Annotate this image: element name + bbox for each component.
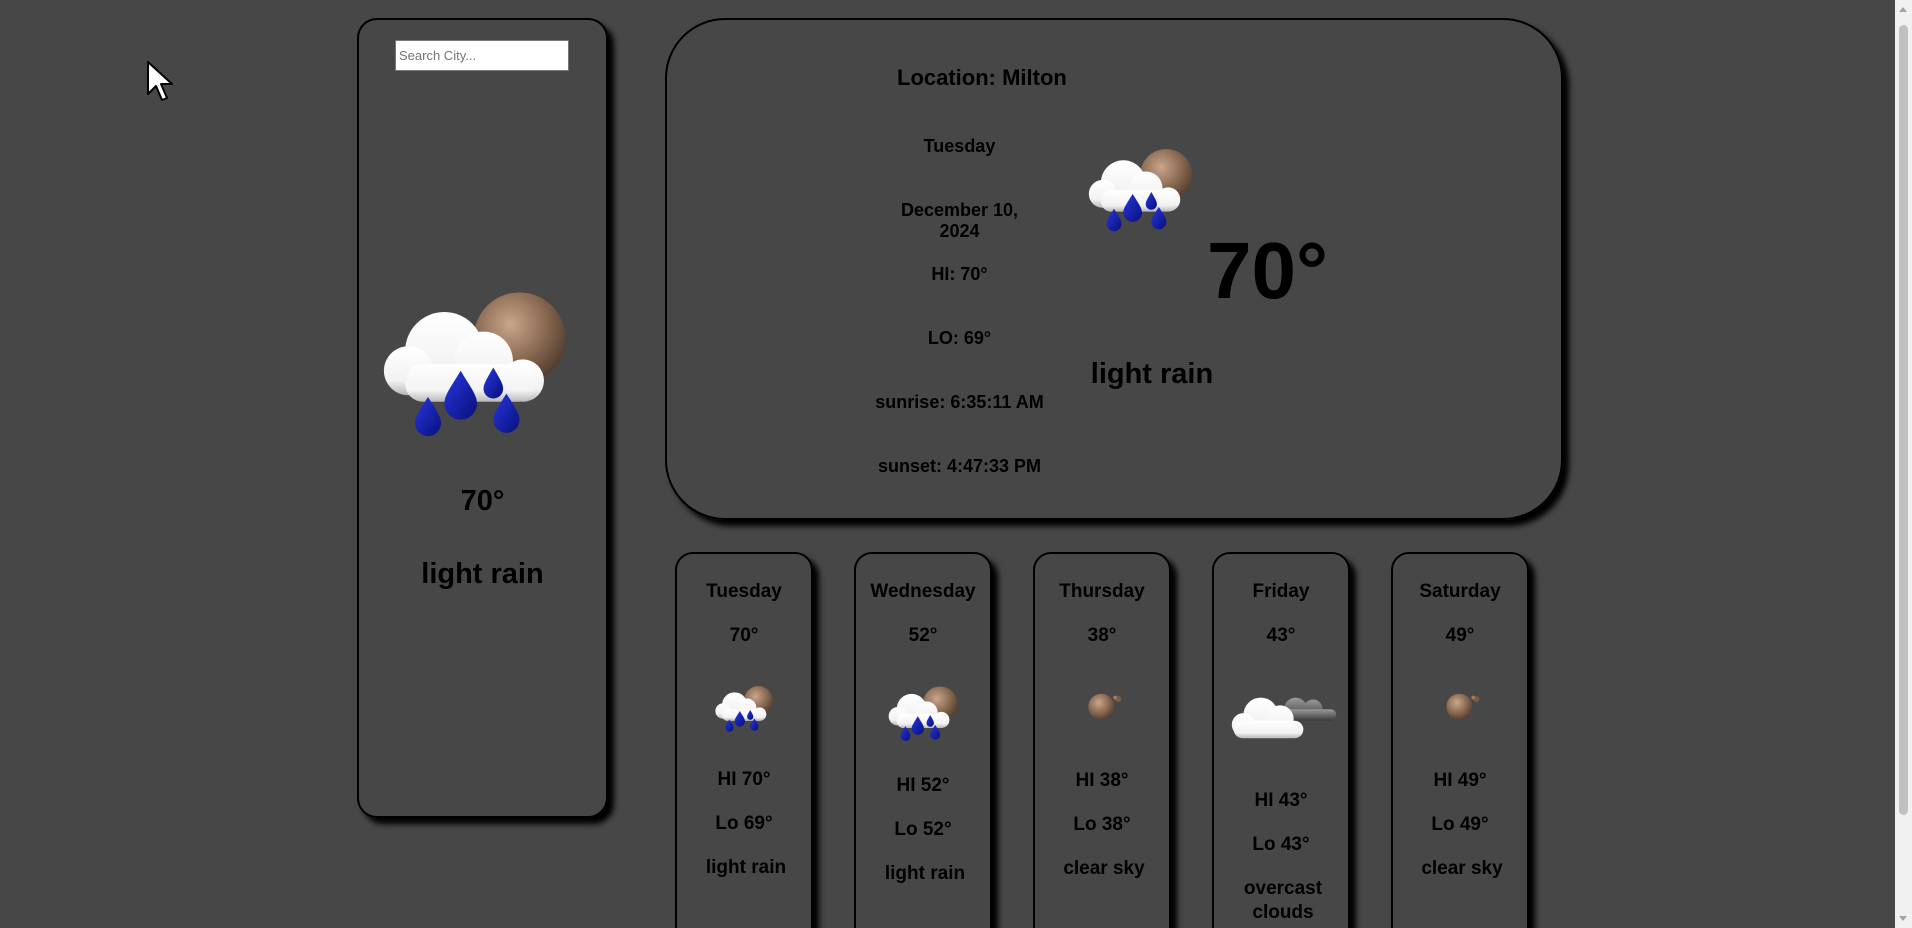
overcast-clouds-icon xyxy=(1226,686,1342,744)
scroll-up-icon[interactable] xyxy=(1899,7,1907,12)
weather-app: 70° light rain Location: Milton Tuesday … xyxy=(0,0,1912,928)
sunrise-label: sunrise: 6:35:11 AM xyxy=(875,392,1044,412)
forecast-lo: Lo 43° xyxy=(1252,834,1310,855)
forecast-lo: Lo 52° xyxy=(894,819,952,840)
forecast-description: clear sky xyxy=(1421,858,1503,879)
forecast-card: Saturday 49° HI 49° Lo 49° clear sky xyxy=(1391,552,1529,928)
forecast-hi: HI 70° xyxy=(717,769,771,790)
clear-sky-icon xyxy=(1083,686,1129,726)
forecast-temp: 38° xyxy=(1087,625,1117,646)
forecast-temp: 49° xyxy=(1445,625,1475,646)
forecast-card: Wednesday 52° HI 52° Lo 52° light rain xyxy=(854,552,992,928)
forecast-description: light rain xyxy=(884,863,966,884)
rain-cloud-sun-icon xyxy=(379,285,575,450)
date-label: December 10, 2024 xyxy=(900,200,1019,241)
forecast-hi: HI 49° xyxy=(1433,770,1487,791)
rain-cloud-sun-icon xyxy=(713,684,777,736)
hi-label: HI: 70° xyxy=(931,264,988,284)
current-temp: 70° xyxy=(460,485,505,517)
forecast-day: Wednesday xyxy=(870,581,976,602)
forecast-day: Friday xyxy=(1252,581,1310,602)
forecast-lo: Lo 38° xyxy=(1073,814,1131,835)
forecast-day: Saturday xyxy=(1419,581,1501,602)
forecast-card: Thursday 38° HI 38° Lo 38° clear sky xyxy=(1033,552,1171,928)
main-weather-card: Location: Milton Tuesday December 10, 20… xyxy=(665,18,1563,520)
rain-cloud-sun-icon xyxy=(1086,143,1198,241)
cursor-icon xyxy=(147,61,173,101)
forecast-description: overcast clouds xyxy=(1243,878,1323,923)
forecast-card: Tuesday 70° HI 70° Lo 69° light rain xyxy=(675,552,813,928)
forecast-card: Friday 43° HI 43° Lo 43° overcast clouds xyxy=(1212,552,1350,928)
forecast-description: clear sky xyxy=(1063,858,1145,879)
main-temp: 70° xyxy=(1207,226,1328,315)
scrollbar-thumb[interactable] xyxy=(1899,25,1908,815)
lo-label: LO: 69° xyxy=(927,328,992,348)
scroll-down-icon[interactable] xyxy=(1899,916,1907,921)
rain-cloud-sun-icon xyxy=(882,684,966,746)
forecast-day: Thursday xyxy=(1059,581,1145,602)
forecast-lo: Lo 49° xyxy=(1431,814,1489,835)
forecast-hi: HI 43° xyxy=(1254,790,1308,811)
forecast-hi: HI 52° xyxy=(896,775,950,796)
current-description: light rain xyxy=(421,558,544,590)
day-label: Tuesday xyxy=(923,136,996,156)
forecast-temp: 52° xyxy=(908,625,938,646)
vertical-scrollbar[interactable] xyxy=(1895,0,1912,928)
main-description: light rain xyxy=(1090,358,1214,390)
search-input[interactable] xyxy=(395,40,569,71)
forecast-description: light rain xyxy=(705,857,787,878)
forecast-hi: HI 38° xyxy=(1075,770,1129,791)
sunset-label: sunset: 4:47:33 PM xyxy=(877,456,1042,476)
forecast-temp: 43° xyxy=(1266,625,1296,646)
clear-sky-icon xyxy=(1441,686,1487,726)
forecast-temp: 70° xyxy=(729,625,759,646)
forecast-lo: Lo 69° xyxy=(715,813,773,834)
location-label: Location: Milton xyxy=(897,65,1067,90)
forecast-day: Tuesday xyxy=(706,581,782,602)
current-weather-panel: 70° light rain xyxy=(357,18,608,818)
